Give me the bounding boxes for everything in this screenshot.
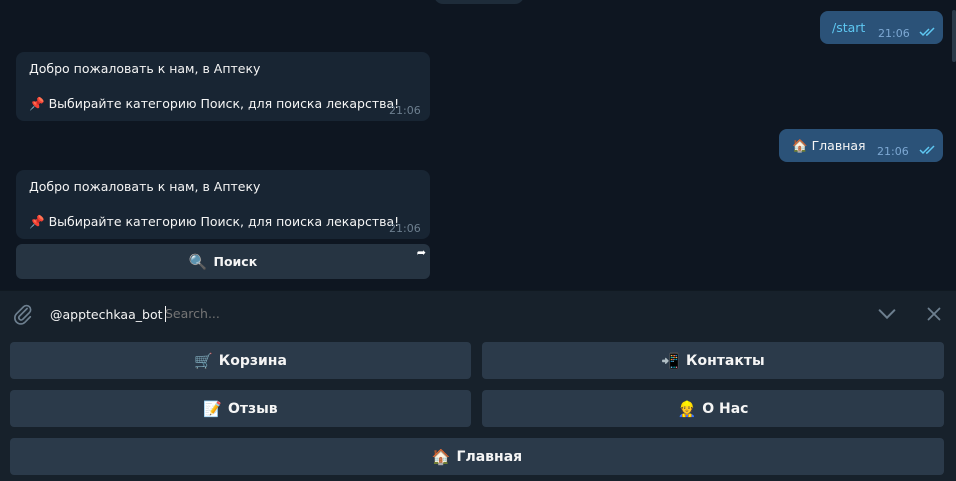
date-pill: [434, 0, 524, 4]
contacts-label: Контакты: [686, 352, 765, 369]
worker-icon: 👷: [677, 399, 697, 418]
cart-label: Корзина: [218, 352, 287, 369]
contacts-button[interactable]: 📲 Контакты: [482, 342, 944, 379]
paperclip-icon[interactable]: [12, 303, 34, 325]
house-icon: 🏠: [431, 447, 451, 466]
magnifier-icon: 🔍: [188, 252, 208, 271]
chevron-down-icon[interactable]: [876, 303, 898, 325]
message-line-1: Добро пожаловать к нам, в Аптеку: [29, 179, 261, 194]
home-button[interactable]: 🏠 Главная: [10, 438, 944, 475]
phone-icon: 📲: [661, 351, 681, 370]
scrollbar[interactable]: [952, 10, 956, 62]
message-time: 21:06: [878, 27, 910, 40]
message-time: 21:06: [389, 222, 421, 235]
incoming-message: Добро пожаловать к нам, в Аптеку 📌 Выбир…: [16, 170, 430, 239]
pin-icon: 📌: [29, 96, 45, 111]
double-check-icon: [919, 145, 935, 155]
search-inline-button[interactable]: 🔍 Поиск ➦: [16, 244, 430, 279]
about-label: О Нас: [702, 400, 749, 417]
message-text[interactable]: /start: [832, 19, 865, 37]
chat-area: /start 21:06 Добро пожаловать к нам, в А…: [0, 0, 956, 290]
about-button[interactable]: 👷 О Нас: [482, 390, 944, 427]
outgoing-message[interactable]: /start 21:06: [820, 11, 943, 44]
review-label: Отзыв: [228, 400, 278, 417]
close-icon[interactable]: [923, 303, 945, 325]
incoming-message: Добро пожаловать к нам, в Аптеку 📌 Выбир…: [16, 52, 430, 121]
message-input-bar: @apptechkaa_bot: [0, 290, 956, 336]
outgoing-message: 🏠 Главная 21:06: [779, 129, 943, 162]
search-input[interactable]: [165, 306, 815, 321]
pin-icon: 📌: [29, 214, 45, 229]
message-line-2: Выбирайте категорию Поиск, для поиска ле…: [48, 214, 400, 229]
memo-icon: 📝: [203, 399, 222, 418]
message-time: 21:06: [877, 145, 909, 158]
message-line-2: Выбирайте категорию Поиск, для поиска ле…: [48, 96, 400, 111]
share-arrow-icon: ➦: [416, 246, 426, 259]
inline-button-label: Поиск: [213, 254, 258, 269]
review-button[interactable]: 📝 Отзыв: [10, 390, 471, 427]
home-icon: 🏠: [792, 138, 808, 153]
message-line-1: Добро пожаловать к нам, в Аптеку: [29, 61, 261, 76]
message-text: Главная: [811, 138, 866, 153]
bot-mention-text[interactable]: @apptechkaa_bot: [50, 306, 166, 322]
double-check-icon: [919, 27, 935, 37]
cart-icon: 🛒: [194, 351, 213, 370]
home-label: Главная: [456, 448, 523, 465]
cart-button[interactable]: 🛒 Корзина: [10, 342, 471, 379]
message-time: 21:06: [389, 104, 421, 117]
